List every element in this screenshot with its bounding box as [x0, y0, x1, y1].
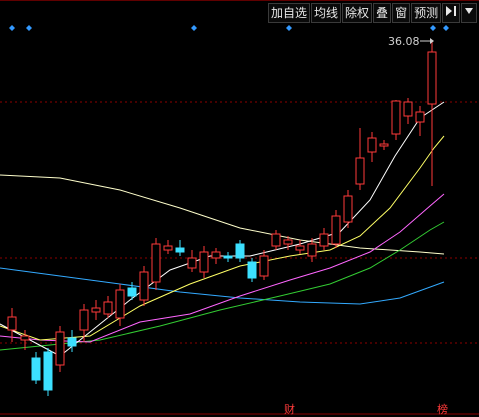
- candle[interactable]: [379, 140, 389, 150]
- event-marker: [443, 25, 449, 31]
- candle[interactable]: [343, 190, 353, 228]
- candle-body: [331, 215, 341, 245]
- candle-body: [355, 157, 365, 185]
- candle[interactable]: [151, 238, 161, 290]
- candle[interactable]: [331, 210, 341, 248]
- moving-average-lines: [0, 101, 445, 357]
- candle[interactable]: [91, 300, 101, 320]
- candle-body: [427, 51, 437, 105]
- candle-body: [235, 243, 245, 259]
- kline-chart[interactable]: 加自选 均线 除权 叠 窗 预测 36.08 财 榜: [0, 0, 479, 416]
- candle[interactable]: [31, 352, 41, 384]
- candle[interactable]: [43, 348, 53, 396]
- candle-body: [271, 233, 281, 247]
- candle-body: [379, 143, 389, 147]
- scroll-down-icon[interactable]: [461, 3, 478, 23]
- collapse-right-icon[interactable]: [442, 3, 461, 23]
- candle[interactable]: [415, 106, 425, 136]
- candle[interactable]: [223, 252, 233, 262]
- moving-average-button[interactable]: 均线: [311, 3, 342, 23]
- candle-body: [103, 301, 113, 315]
- candlestick-plot[interactable]: [0, 0, 479, 415]
- candle[interactable]: [259, 250, 269, 280]
- candle[interactable]: [391, 100, 401, 140]
- candle-body: [127, 287, 137, 297]
- candle-body: [211, 251, 221, 259]
- candle-body: [247, 261, 257, 279]
- candle-body: [187, 257, 197, 269]
- candle[interactable]: [367, 132, 377, 162]
- event-marker: [430, 25, 436, 31]
- candle[interactable]: [211, 248, 221, 264]
- candle-body: [307, 243, 317, 257]
- candle-body: [139, 271, 149, 301]
- event-marker: [26, 25, 32, 31]
- candle-body: [319, 233, 329, 247]
- ma5-line: [0, 101, 445, 357]
- candle-body: [415, 111, 425, 123]
- window-button[interactable]: 窗: [392, 3, 411, 23]
- candle-body: [79, 309, 89, 331]
- candle-body: [223, 255, 233, 259]
- candle[interactable]: [175, 240, 185, 256]
- candle-body: [7, 316, 17, 331]
- candle[interactable]: [403, 98, 413, 124]
- candle[interactable]: [163, 240, 173, 254]
- candle[interactable]: [235, 240, 245, 262]
- forecast-button[interactable]: 预测: [411, 3, 442, 23]
- candle-body: [199, 251, 209, 273]
- candle-body: [163, 245, 173, 251]
- candle-body: [295, 245, 305, 251]
- candle[interactable]: [319, 228, 329, 250]
- candle-body: [367, 137, 377, 153]
- candle-body: [67, 337, 77, 347]
- candle-body: [403, 101, 413, 117]
- ex-rights-button[interactable]: 除权: [342, 3, 373, 23]
- candle[interactable]: [55, 326, 65, 372]
- candle[interactable]: [139, 266, 149, 306]
- candle-body: [175, 247, 185, 253]
- chart-toolbar: 加自选 均线 除权 叠 窗 预测: [268, 3, 479, 23]
- candle[interactable]: [187, 250, 197, 272]
- candle-body: [55, 331, 65, 366]
- candle[interactable]: [199, 246, 209, 278]
- event-marker: [191, 25, 197, 31]
- ma30-line: [0, 221, 445, 351]
- candle-body: [91, 307, 101, 313]
- candle-body: [259, 255, 269, 277]
- candle-body: [151, 243, 161, 283]
- candle[interactable]: [127, 282, 137, 300]
- candle-body: [31, 357, 41, 381]
- ma120-line: [0, 267, 445, 305]
- candle[interactable]: [103, 296, 113, 318]
- max-price-label: 36.08: [388, 35, 420, 48]
- overlay-button[interactable]: 叠: [373, 3, 392, 23]
- candle-body: [43, 351, 53, 391]
- event-marker: [286, 25, 292, 31]
- candle[interactable]: [355, 128, 365, 190]
- candle-body: [391, 100, 401, 135]
- candle-body: [115, 289, 125, 319]
- candle-body: [343, 195, 353, 223]
- candle-body: [283, 239, 293, 245]
- candle[interactable]: [271, 230, 281, 250]
- candle[interactable]: [247, 258, 257, 282]
- add-to-watchlist-button[interactable]: 加自选: [268, 3, 311, 23]
- event-marker: [9, 25, 15, 31]
- candle[interactable]: [295, 240, 305, 254]
- candle-body: [20, 335, 30, 341]
- candle[interactable]: [427, 40, 437, 186]
- ma20-line: [0, 193, 445, 343]
